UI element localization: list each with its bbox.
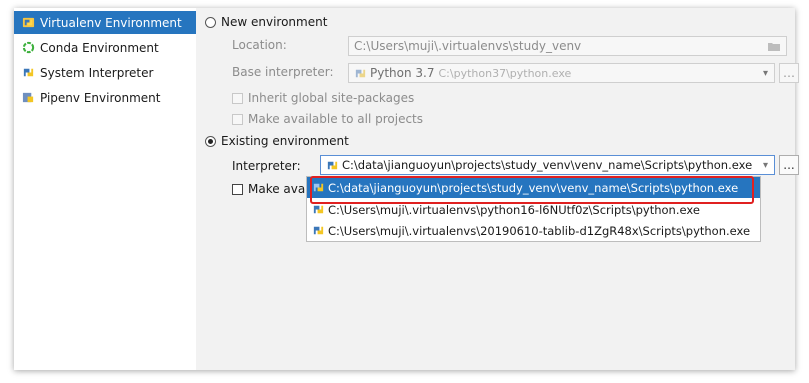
location-label: Location:: [232, 38, 287, 52]
make-available-checkbox-new[interactable]: Make available to all projects: [232, 112, 423, 126]
virtualenv-icon: [22, 17, 35, 28]
virtualenv-python-icon: [313, 183, 324, 192]
sidebar-item-label: Virtualenv Environment: [40, 15, 182, 30]
interpreter-browse-button[interactable]: ...: [779, 155, 799, 175]
checkbox[interactable]: [232, 113, 243, 125]
sidebar-item-label: System Interpreter: [40, 65, 154, 80]
make-available-label: Make available to all projects: [248, 112, 424, 126]
base-interpreter-browse-button[interactable]: …: [779, 63, 799, 83]
make-available-checkbox-existing[interactable]: Make avail: [232, 182, 312, 196]
inherit-packages-checkbox[interactable]: Inherit global site-packages: [232, 91, 414, 105]
sidebar-item-system-interpreter[interactable]: System Interpreter: [14, 61, 196, 84]
sidebar-item-label: Pipenv Environment: [40, 90, 161, 105]
base-interpreter-path: C:\python37\python.exe: [438, 66, 572, 80]
existing-environment-label: Existing environment: [221, 134, 349, 148]
interpreter-select[interactable]: C:\data\jianguoyun\projects\study_venv\v…: [320, 155, 775, 175]
folder-icon[interactable]: [767, 41, 781, 52]
interpreter-value: C:\data\jianguoyun\projects\study_venv\v…: [342, 158, 753, 172]
interpreter-label: Interpreter:: [232, 159, 301, 173]
sidebar-item-label: Conda Environment: [40, 40, 159, 55]
new-environment-radio[interactable]: New environment: [205, 15, 327, 29]
location-field[interactable]: C:\Users\muji\.virtualenvs\study_venv: [348, 36, 787, 56]
dropdown-option[interactable]: C:\data\jianguoyun\projects\study_venv\v…: [307, 177, 760, 198]
inherit-packages-label: Inherit global site-packages: [248, 91, 415, 105]
virtualenv-python-icon: [313, 205, 324, 214]
dropdown-option-label: C:\Users\muji\.virtualenvs\python16-l6NU…: [328, 202, 700, 217]
existing-environment-radio[interactable]: Existing environment: [205, 134, 349, 148]
new-environment-label: New environment: [221, 15, 328, 29]
environment-type-sidebar: Virtualenv Environment Conda Environment…: [14, 8, 196, 370]
radio-button[interactable]: [205, 135, 216, 147]
python-icon: [23, 68, 34, 77]
checkbox[interactable]: [232, 183, 243, 195]
chevron-down-icon: ▾: [762, 67, 768, 79]
dropdown-option-label: C:\data\jianguoyun\projects\study_venv\v…: [328, 180, 739, 195]
base-interpreter-select[interactable]: Python 3.7 C:\python37\python.exe ▾: [348, 63, 775, 83]
sidebar-item-pipenv[interactable]: Pipenv Environment: [14, 86, 196, 109]
chevron-down-icon: ▾: [762, 159, 768, 171]
virtualenv-python-icon: [327, 161, 338, 169]
interpreter-dropdown-list: C:\data\jianguoyun\projects\study_venv\v…: [306, 176, 761, 242]
sidebar-item-virtualenv[interactable]: Virtualenv Environment: [14, 11, 196, 34]
virtualenv-python-icon: [313, 226, 324, 235]
base-interpreter-name: Python 3.7: [370, 66, 435, 80]
dropdown-option-label: C:\Users\muji\.virtualenvs\20190610-tabl…: [328, 223, 751, 238]
sidebar-item-conda[interactable]: Conda Environment: [14, 36, 196, 59]
pipenv-icon: [22, 92, 34, 103]
radio-button[interactable]: [205, 16, 216, 28]
conda-icon: [22, 41, 35, 54]
python-icon: [355, 69, 366, 77]
dropdown-option[interactable]: C:\Users\muji\.virtualenvs\20190610-tabl…: [307, 220, 760, 241]
make-available-existing-label: Make avail: [248, 182, 312, 196]
dropdown-option[interactable]: C:\Users\muji\.virtualenvs\python16-l6NU…: [307, 199, 760, 220]
checkbox[interactable]: [232, 92, 243, 104]
location-value: C:\Users\muji\.virtualenvs\study_venv: [354, 39, 582, 53]
base-interpreter-label: Base interpreter:: [232, 65, 334, 79]
